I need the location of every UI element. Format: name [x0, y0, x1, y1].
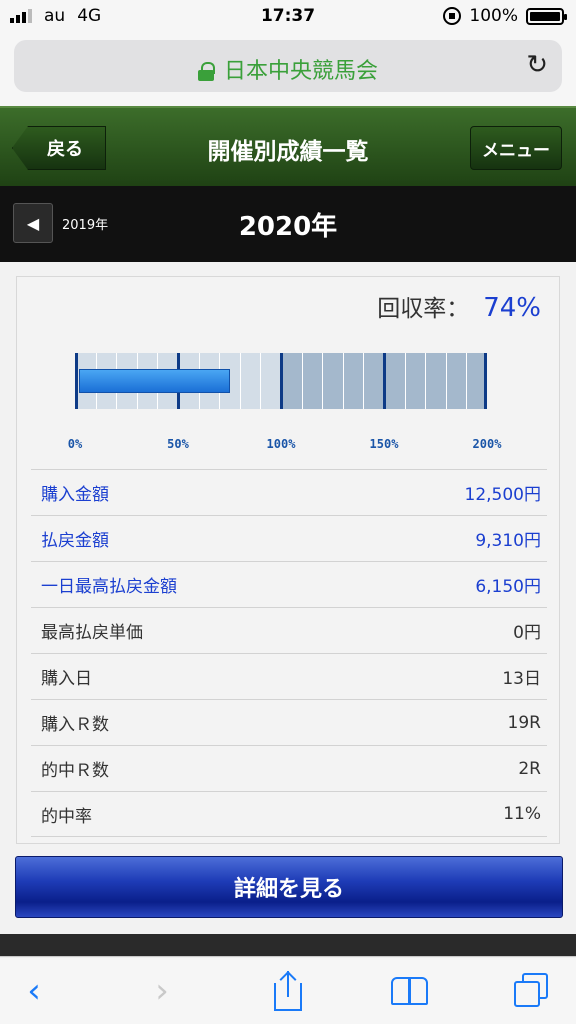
- stats-row-label: 一日最高払戻金額: [41, 577, 177, 597]
- stats-row-label: 購入金額: [41, 485, 109, 505]
- gauge-tick-label: 100%: [266, 437, 296, 451]
- gauge-minor-line: [343, 353, 344, 409]
- status-bar: au 4G 17:37 100%: [0, 0, 576, 34]
- page-header: 戻る 開催別成績一覧 メニュー: [0, 106, 576, 186]
- chevron-right-icon[interactable]: ›: [142, 971, 182, 1011]
- reload-icon[interactable]: ↻: [526, 52, 548, 78]
- stats-row-value: 11%: [503, 804, 541, 824]
- stats-row-label: 購入日: [41, 669, 92, 689]
- stats-row: 購入Ｒ数 19R: [31, 699, 547, 745]
- battery-icon: [526, 7, 567, 25]
- gauge-minor-line: [446, 353, 447, 409]
- share-icon[interactable]: [268, 971, 308, 1011]
- gauge-minor-line: [302, 353, 303, 409]
- stats-row-label: 的中率: [41, 806, 92, 827]
- page-footer: [0, 934, 576, 958]
- summary-card: 回収率： 74% 0% 50% 100% 150% 200% 購入金額 12,500円払戻…: [16, 276, 560, 844]
- rotation-lock-icon: [443, 7, 462, 25]
- stats-row-label: 最高払戻単価: [41, 623, 143, 643]
- stats-row-value: 0円: [513, 623, 541, 643]
- stats-row-value: 2R: [518, 758, 541, 779]
- address-bar[interactable]: 日本中央競馬会 ↻: [14, 40, 562, 92]
- stats-row-value: 19R: [507, 712, 541, 733]
- tabs-icon[interactable]: [512, 971, 552, 1011]
- battery-percent: 100%: [469, 6, 518, 26]
- recovery-rate: 回収率： 74%: [377, 289, 541, 323]
- stats-row-value: 12,500円: [464, 485, 541, 505]
- stats-row-value: 6,150円: [475, 577, 541, 597]
- recovery-rate-value: 74%: [483, 293, 541, 323]
- view-details-button[interactable]: 詳細を見る: [15, 856, 563, 918]
- gauge-edge-line: [484, 353, 487, 409]
- status-right: 100%: [443, 6, 567, 26]
- gauge-major-line: [280, 353, 283, 409]
- stats-row: 的中率 11%: [31, 791, 547, 837]
- stats-row: 的中Ｒ数 2R: [31, 745, 547, 791]
- domain-text: 日本中央競馬会: [223, 59, 378, 84]
- gauge-edge-line: [75, 353, 78, 409]
- menu-button[interactable]: メニュー: [470, 126, 562, 170]
- stats-row-label: 購入Ｒ数: [41, 715, 109, 735]
- bookmarks-icon[interactable]: [390, 971, 430, 1011]
- stats-row[interactable]: 購入金額 12,500円: [31, 469, 547, 515]
- gauge-minor-line: [260, 353, 261, 409]
- year-navigation: ◀ 2019年 2020年: [0, 186, 576, 262]
- stats-row-label: 的中Ｒ数: [41, 761, 109, 781]
- recovery-rate-label: 回収率：: [377, 296, 470, 322]
- gauge-minor-line: [363, 353, 364, 409]
- gauge-major-line: [383, 353, 386, 409]
- chevron-left-icon[interactable]: ‹: [14, 971, 54, 1011]
- gauge-minor-line: [405, 353, 406, 409]
- stats-row[interactable]: 一日最高払戻金額 6,150円: [31, 561, 547, 607]
- gauge-minor-line: [425, 353, 426, 409]
- stats-row-value: 9,310円: [475, 531, 541, 551]
- lock-icon: [197, 62, 215, 81]
- stats-row-value: 13日: [502, 669, 541, 689]
- browser-address-area: 日本中央競馬会 ↻: [0, 34, 576, 106]
- gauge-minor-line: [466, 353, 467, 409]
- stats-list: 購入金額 12,500円払戻金額 9,310円一日最高払戻金額 6,150円最高払戻単…: [31, 469, 547, 837]
- gauge-tick-label: 0%: [67, 437, 83, 451]
- gauge-tick-label: 50%: [167, 437, 189, 451]
- stats-row: 最高払戻単価 0円: [31, 607, 547, 653]
- stats-row[interactable]: 払戻金額 9,310円: [31, 515, 547, 561]
- address-domain: 日本中央競馬会: [14, 53, 562, 85]
- gauge-fill-bar: [79, 369, 230, 393]
- gauge-tick-label: 150%: [369, 437, 399, 451]
- gauge-tick-label: 200%: [472, 437, 502, 451]
- browser-toolbar: ‹ ›: [0, 956, 576, 1024]
- gauge-minor-line: [322, 353, 323, 409]
- stats-row-label: 払戻金額: [41, 531, 109, 551]
- gauge-minor-line: [240, 353, 241, 409]
- recovery-rate-gauge: 0% 50% 100% 150% 200%: [68, 353, 501, 451]
- current-year-label: 2020年: [238, 212, 338, 242]
- stats-row: 購入日 13日: [31, 653, 547, 699]
